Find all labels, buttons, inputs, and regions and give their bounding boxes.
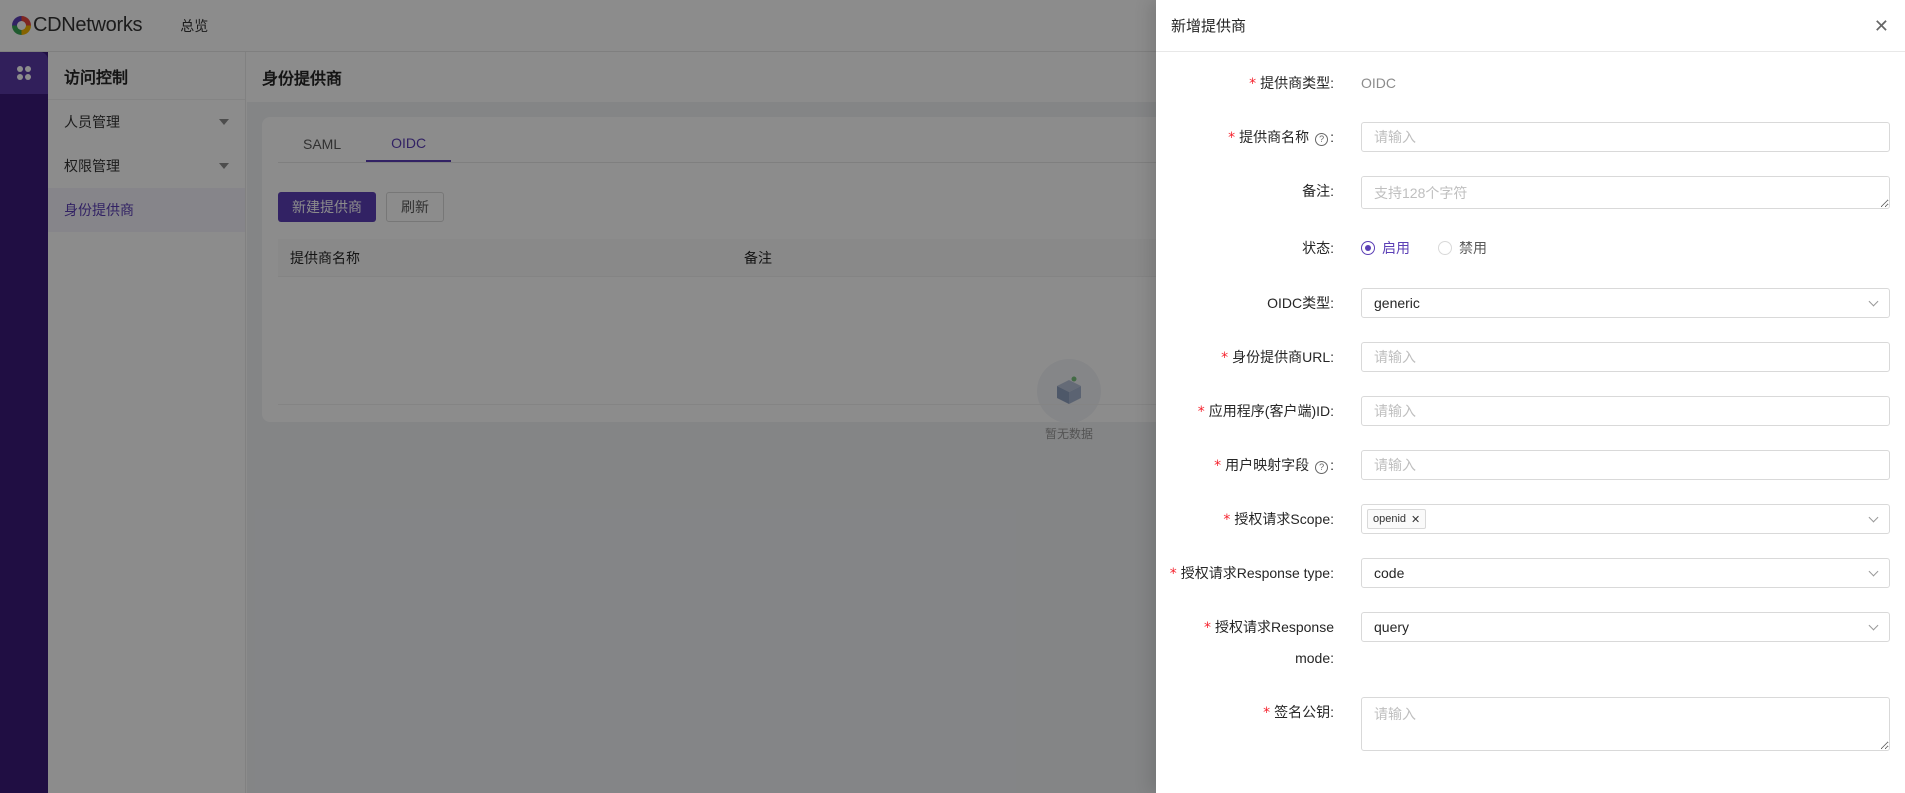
required-mark: * <box>1249 76 1257 92</box>
form-row-response-mode: * 授权请求Response mode: query <box>1156 612 1905 673</box>
tag-close-icon[interactable]: ✕ <box>1411 513 1420 526</box>
chevron-down-icon <box>1868 566 1879 576</box>
response-mode-label: 授权请求Response <box>1214 619 1334 635</box>
form-row-response-type: * 授权请求Response type: code <box>1156 558 1905 589</box>
drawer-header: 新增提供商 ✕ <box>1156 0 1905 52</box>
drawer-title: 新增提供商 <box>1171 18 1247 35</box>
radio-label: 禁用 <box>1459 240 1487 256</box>
required-mark: * <box>1214 458 1222 474</box>
response-type-label: 授权请求Response type: <box>1180 565 1334 581</box>
required-mark: * <box>1197 404 1205 420</box>
chevron-down-icon <box>1868 512 1879 522</box>
form-row-provider-name: * 提供商名称?: <box>1156 122 1905 153</box>
oidc-type-label: OIDC类型: <box>1267 295 1334 311</box>
form-row-sign-key: * 签名公钥: <box>1156 697 1905 751</box>
oidc-type-value: generic <box>1374 295 1420 311</box>
response-type-select[interactable]: code <box>1361 558 1890 588</box>
close-icon[interactable]: ✕ <box>1874 17 1889 35</box>
form-row-idp-url: * 身份提供商URL: <box>1156 342 1905 373</box>
provider-type-label: 提供商类型: <box>1260 75 1334 91</box>
status-radio-enabled[interactable]: 启用 <box>1361 238 1410 258</box>
response-mode-select[interactable]: query <box>1361 612 1890 642</box>
status-radio-group: 启用 禁用 <box>1361 233 1890 263</box>
provider-name-label: 提供商名称 <box>1239 129 1310 145</box>
radio-dot <box>1438 241 1452 255</box>
required-mark: * <box>1169 566 1177 582</box>
add-provider-drawer: 新增提供商 ✕ *提供商类型: OIDC *提供商名称?: 备注: 状态: 启用… <box>1156 0 1905 793</box>
scope-tag: openid ✕ <box>1367 509 1427 529</box>
form-row-client-id: * 应用程序(客户端)ID: <box>1156 396 1905 427</box>
form-row-status: 状态: 启用 禁用 <box>1156 233 1905 263</box>
form-row-remark: 备注: <box>1156 176 1905 209</box>
required-mark: * <box>1263 705 1271 721</box>
chevron-down-icon <box>1868 296 1879 306</box>
idp-url-label: 身份提供商URL: <box>1232 349 1334 365</box>
response-mode-label-line2: mode: <box>1295 650 1334 666</box>
status-label: 状态: <box>1302 240 1334 256</box>
provider-name-input[interactable] <box>1361 122 1890 152</box>
required-mark: * <box>1221 350 1229 366</box>
oidc-type-select[interactable]: generic <box>1361 288 1890 318</box>
form-row-provider-type: * 提供商类型: OIDC <box>1156 68 1905 99</box>
radio-label: 启用 <box>1382 240 1410 256</box>
response-type-value: code <box>1374 565 1405 581</box>
scope-tag-label: openid <box>1373 513 1407 525</box>
label-colon: : <box>1330 129 1334 145</box>
sign-key-label: 签名公钥: <box>1274 704 1334 720</box>
form-row-user-mapping: * 用户映射字段?: <box>1156 450 1905 481</box>
required-mark: * <box>1228 130 1236 146</box>
client-id-label: 应用程序(客户端)ID: <box>1208 403 1334 419</box>
form-row-oidc-type: OIDC类型: generic <box>1156 288 1905 318</box>
remark-label: 备注: <box>1302 183 1334 199</box>
chevron-down-icon <box>1868 620 1879 630</box>
help-icon[interactable]: ? <box>1315 461 1329 474</box>
response-mode-value: query <box>1374 619 1410 635</box>
user-mapping-label: 用户映射字段 <box>1225 457 1310 473</box>
idp-url-input[interactable] <box>1361 342 1890 372</box>
provider-type-value: OIDC <box>1361 75 1396 91</box>
radio-dot <box>1361 241 1375 255</box>
remark-textarea[interactable] <box>1361 176 1890 209</box>
sign-key-textarea[interactable] <box>1361 697 1890 751</box>
scope-multiselect[interactable]: openid ✕ <box>1361 504 1890 534</box>
user-mapping-input[interactable] <box>1361 450 1890 480</box>
client-id-input[interactable] <box>1361 396 1890 426</box>
label-colon: : <box>1330 457 1334 473</box>
help-icon[interactable]: ? <box>1315 133 1329 146</box>
scope-label: 授权请求Scope: <box>1234 511 1334 527</box>
status-radio-disabled[interactable]: 禁用 <box>1438 238 1487 258</box>
required-mark: * <box>1203 620 1211 636</box>
form-row-scope: * 授权请求Scope: openid ✕ <box>1156 504 1905 535</box>
required-mark: * <box>1223 512 1231 528</box>
